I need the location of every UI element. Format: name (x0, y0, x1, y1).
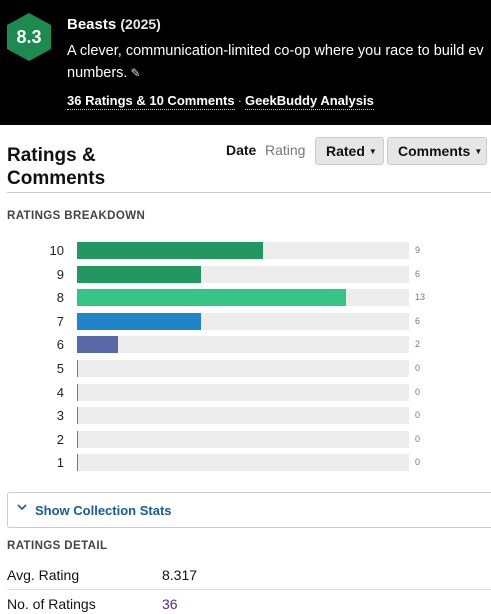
avg-rating-value: 8.317 (162, 567, 198, 583)
rating-bar-row: 30 (0, 407, 491, 424)
comments-label: Comments (398, 143, 471, 159)
rating-bar-label: 2 (56, 432, 64, 447)
rating-bar-track (77, 313, 409, 330)
ratings-breakdown-heading: RATINGS BREAKDOWN (7, 210, 146, 222)
rating-bar-count: 6 (415, 269, 421, 279)
rating-bar-fill (77, 266, 201, 283)
rating-bar-track (77, 266, 409, 283)
row-divider (7, 589, 491, 590)
ratings-comments-title: Ratings & Comments (7, 144, 105, 190)
rating-bar-count: 0 (415, 363, 421, 373)
rating-bar-zero-marker (77, 384, 78, 401)
rating-bar-zero-marker (77, 360, 78, 377)
game-year: (2025) (120, 16, 161, 32)
rating-bar-row: 20 (0, 431, 491, 448)
collection-stats-label: Show Collection Stats (35, 503, 172, 518)
rating-bar-count: 9 (415, 245, 421, 255)
meta-separator: · (237, 93, 242, 108)
comments-dropdown-button[interactable]: Comments ▼ (387, 137, 487, 165)
rating-bar-row: 96 (0, 266, 491, 283)
caret-down-icon: ▼ (368, 147, 377, 157)
rating-bar-row: 8 13 (0, 289, 491, 306)
rating-bar-row: 62 (0, 336, 491, 353)
rating-bar-track (77, 431, 409, 448)
rating-bar-track (77, 289, 409, 306)
rating-bar-fill (77, 336, 118, 353)
rating-bar-fill (77, 242, 263, 259)
rating-bar-count: 13 (415, 292, 426, 302)
rating-bar-count: 0 (415, 457, 421, 467)
rating-bar-fill (77, 313, 201, 330)
game-header: 8.3 Beasts (2025) A clever, communicatio… (0, 0, 491, 125)
title-line-1: Ratings & (7, 145, 96, 166)
sort-by-rating[interactable]: Rating (265, 142, 305, 158)
rating-bar-label: 10 (49, 243, 64, 258)
rated-dropdown-button[interactable]: Rated ▼ (315, 137, 384, 165)
rating-bar-label: 4 (56, 385, 64, 400)
game-title: Beasts (2025) (67, 16, 161, 33)
rating-bar-label: 5 (56, 361, 64, 376)
game-name: Beasts (67, 16, 117, 33)
rating-bar-track (77, 454, 409, 471)
rating-bar-track (77, 360, 409, 377)
ratings-detail-heading: RATINGS DETAIL (7, 540, 108, 552)
rating-bar-track (77, 407, 409, 424)
num-ratings-row: No. of Ratings 36 (7, 596, 491, 614)
rating-bar-zero-marker (77, 454, 78, 471)
rating-bar-label: 6 (56, 337, 64, 352)
rating-bar-count: 2 (415, 339, 421, 349)
section-divider (7, 192, 491, 193)
rating-bar-label: 1 (56, 455, 64, 470)
rating-bar-row: 40 (0, 384, 491, 401)
sort-by-date[interactable]: Date (226, 142, 256, 158)
avg-rating-label: Avg. Rating (7, 567, 80, 583)
rating-bar-row: 50 (0, 360, 491, 377)
rating-bar-label: 8 (56, 290, 64, 305)
show-collection-stats-button[interactable]: Show Collection Stats (7, 492, 491, 528)
chevron-down-icon (17, 502, 27, 515)
rating-score: 8.3 (16, 27, 42, 47)
title-line-2: Comments (7, 168, 106, 189)
rating-bar-track (77, 242, 409, 259)
caret-down-icon: ▼ (474, 147, 483, 157)
rating-bar-zero-marker (77, 407, 78, 424)
rating-bar-track (77, 384, 409, 401)
rating-bar-row: 76 (0, 313, 491, 330)
rating-bar-label: 7 (56, 314, 64, 329)
num-ratings-label: No. of Ratings (7, 596, 96, 612)
avg-rating-row: Avg. Rating 8.317 (7, 567, 491, 591)
rating-bar-count: 0 (415, 387, 421, 397)
num-ratings-link[interactable]: 36 (162, 596, 178, 612)
rating-bar-zero-marker (77, 431, 78, 448)
ratings-comments-link[interactable]: 36 Ratings & 10 Comments (67, 93, 235, 110)
meta-links: 36 Ratings & 10 Comments · GeekBuddy Analy… (67, 93, 374, 110)
game-description: A clever, communication-limited co-op wh… (67, 40, 491, 84)
geekbuddy-analysis-link[interactable]: GeekBuddy Analysis (244, 93, 374, 110)
rating-bar-count: 0 (415, 410, 421, 420)
rating-bar-row: 10 (0, 454, 491, 471)
rating-bar-count: 6 (415, 316, 421, 326)
rating-bar-label: 9 (56, 267, 64, 282)
rating-bar-label: 3 (56, 408, 64, 423)
rating-bar-track (77, 336, 409, 353)
rating-bar-count: 0 (415, 434, 421, 444)
rating-bar-fill (77, 289, 346, 306)
rated-label: Rated (326, 143, 365, 159)
rating-bar-row: 10 9 (0, 242, 491, 259)
rating-hexagon: 8.3 (6, 12, 52, 62)
pencil-icon[interactable]: ✎ (130, 62, 140, 84)
